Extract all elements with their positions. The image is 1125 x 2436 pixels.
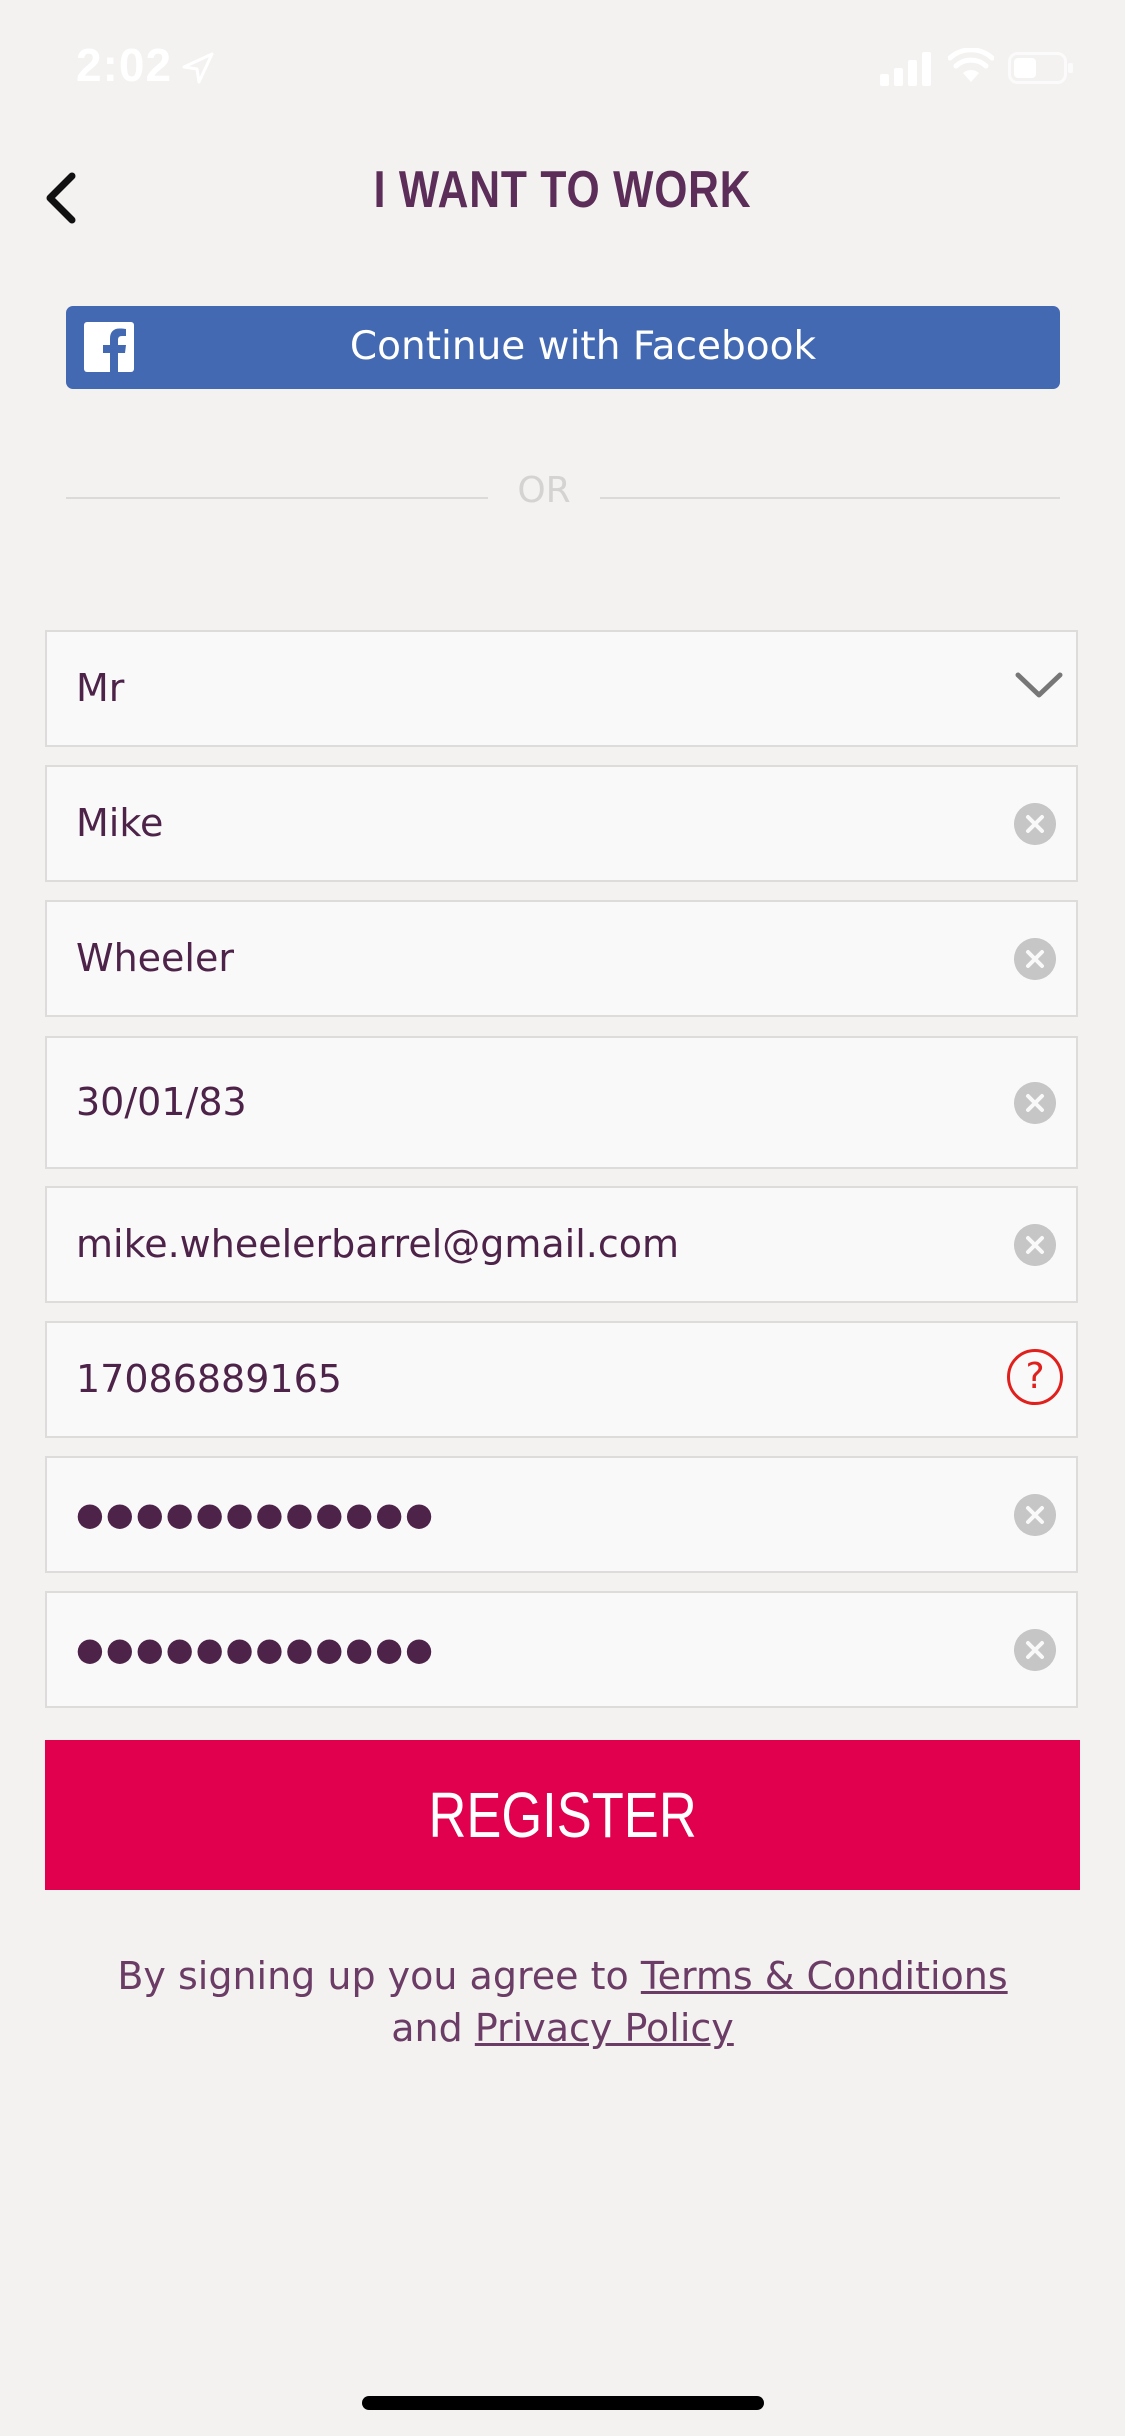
cellular-signal-icon: [880, 52, 931, 86]
confirm-password-value: ●●●●●●●●●●●●: [76, 1630, 436, 1668]
home-indicator: [362, 2396, 764, 2410]
last-name-field[interactable]: Wheeler: [45, 900, 1078, 1017]
clear-icon[interactable]: [1014, 1629, 1056, 1671]
divider-line-right: [600, 497, 1060, 499]
terms-notice: By signing up you agree to Terms & Condi…: [0, 1950, 1125, 2054]
or-separator: OR: [517, 470, 571, 511]
wifi-icon: [948, 48, 994, 82]
privacy-policy-link[interactable]: Privacy Policy: [475, 2006, 734, 2050]
date-of-birth-field[interactable]: 30/01/83: [45, 1036, 1078, 1169]
phone-value: 17086889165: [76, 1357, 342, 1401]
status-time: 2:02: [76, 39, 173, 91]
email-value: mike.wheelerbarrel@gmail.com: [76, 1222, 680, 1266]
help-icon[interactable]: ?: [1007, 1349, 1063, 1405]
location-arrow-icon: [182, 52, 214, 84]
password-value: ●●●●●●●●●●●●: [76, 1495, 436, 1533]
chevron-down-icon: [1015, 672, 1063, 698]
password-field[interactable]: ●●●●●●●●●●●●: [45, 1456, 1078, 1573]
date-of-birth-value: 30/01/83: [76, 1080, 247, 1124]
terms-prefix: By signing up you agree to: [117, 1954, 629, 1998]
register-button[interactable]: REGISTER: [45, 1740, 1080, 1890]
title-select-value: Mr: [76, 666, 125, 710]
status-bar: 2:02: [0, 0, 1125, 132]
facebook-button-label: Continue with Facebook: [349, 324, 817, 369]
clear-icon[interactable]: [1014, 938, 1056, 980]
divider-line-left: [66, 497, 488, 499]
continue-with-facebook-button[interactable]: Continue with Facebook: [66, 306, 1060, 389]
clear-icon[interactable]: [1014, 1224, 1056, 1266]
phone-field[interactable]: 17086889165 ?: [45, 1321, 1078, 1438]
clear-icon[interactable]: [1014, 803, 1056, 845]
terms-and: and: [391, 2006, 463, 2050]
title-select[interactable]: Mr: [45, 630, 1078, 747]
email-field[interactable]: mike.wheelerbarrel@gmail.com: [45, 1186, 1078, 1303]
first-name-field[interactable]: Mike: [45, 765, 1078, 882]
first-name-value: Mike: [76, 801, 164, 845]
terms-conditions-link[interactable]: Terms & Conditions: [641, 1954, 1008, 1998]
clear-icon[interactable]: [1014, 1494, 1056, 1536]
last-name-value: Wheeler: [76, 936, 234, 980]
clear-icon[interactable]: [1014, 1082, 1056, 1124]
battery-icon: [1008, 52, 1073, 84]
confirm-password-field[interactable]: ●●●●●●●●●●●●: [45, 1591, 1078, 1708]
register-button-label: REGISTER: [428, 1779, 697, 1851]
back-button[interactable]: [38, 166, 86, 230]
page-title: I WANT TO WORK: [373, 161, 752, 219]
